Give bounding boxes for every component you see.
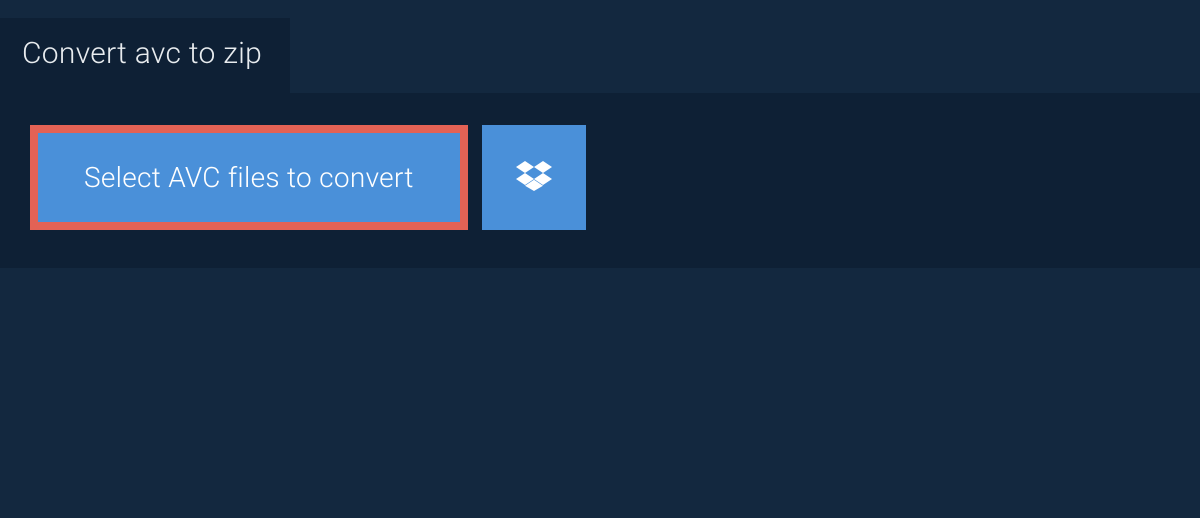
main-panel: Select AVC files to convert [0,93,1200,268]
select-files-button[interactable]: Select AVC files to convert [30,125,468,230]
dropbox-button[interactable] [482,125,586,230]
select-files-label: Select AVC files to convert [84,161,414,194]
tab-label: Convert avc to zip [22,36,262,71]
button-row: Select AVC files to convert [30,125,1170,230]
tab-bar: Convert avc to zip [0,18,1200,93]
dropbox-icon [516,158,552,198]
tab-convert[interactable]: Convert avc to zip [0,18,290,93]
